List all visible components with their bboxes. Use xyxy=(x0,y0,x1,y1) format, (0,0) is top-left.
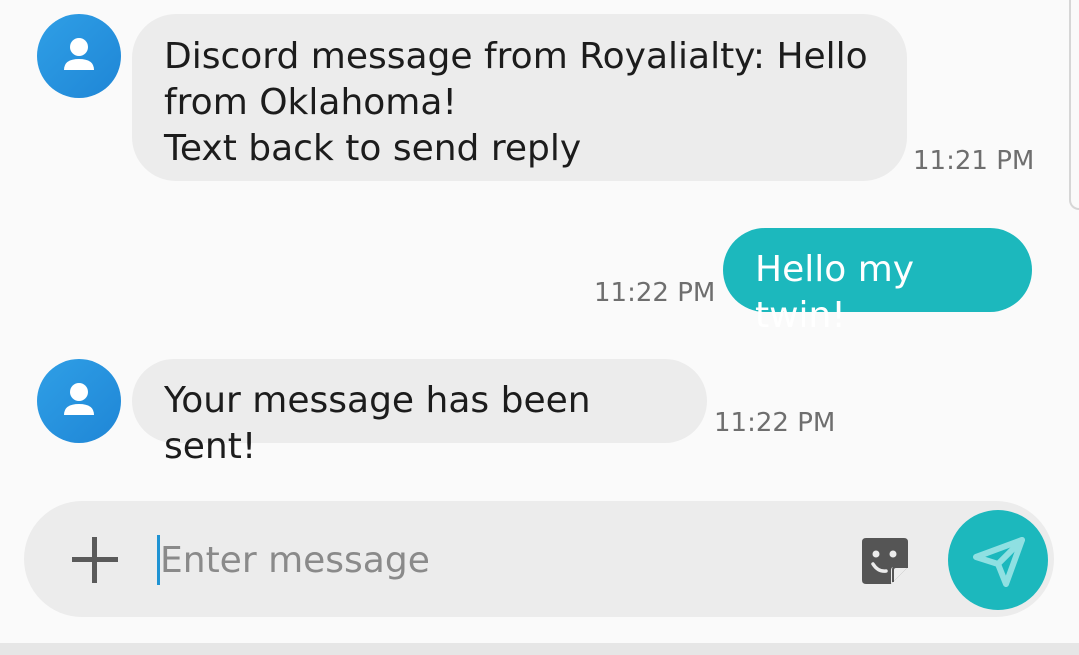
send-icon xyxy=(973,537,1025,587)
person-icon xyxy=(64,38,94,70)
incoming-message-bubble[interactable]: Discord message from Royalialty: Hello f… xyxy=(132,14,907,181)
message-text: Discord message from Royalialty: Hello f… xyxy=(164,36,868,169)
send-button[interactable] xyxy=(948,510,1048,610)
scroll-indicator xyxy=(1069,0,1079,210)
message-timestamp: 11:21 PM xyxy=(913,146,1035,176)
messaging-screen: Discord message from Royalialty: Hello f… xyxy=(0,0,1079,655)
contact-avatar[interactable] xyxy=(37,14,121,98)
message-timestamp: 11:22 PM xyxy=(714,408,836,438)
message-input[interactable] xyxy=(160,533,820,587)
incoming-message-bubble[interactable]: Your message has been sent! xyxy=(132,359,707,467)
message-text: Your message has been sent! xyxy=(164,380,591,467)
message-text: Hello my twin! xyxy=(755,249,915,336)
navigation-bar-edge xyxy=(0,643,1079,655)
outgoing-message-bubble[interactable]: Hello my twin! xyxy=(723,228,1032,336)
sticker-icon[interactable] xyxy=(858,534,912,588)
person-icon xyxy=(64,383,94,415)
plus-icon[interactable] xyxy=(70,535,120,585)
message-timestamp: 11:22 PM xyxy=(594,278,716,308)
contact-avatar[interactable] xyxy=(37,359,121,443)
